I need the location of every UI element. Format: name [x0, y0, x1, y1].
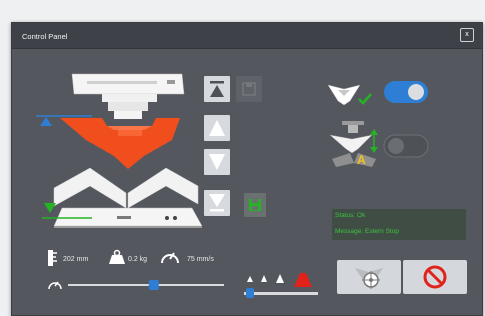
control-panel-window: Control Panel x A Status: Ok Message: Es…: [11, 22, 483, 316]
move-up-button[interactable]: [204, 115, 230, 141]
speed-value: 75 mm/s: [187, 256, 214, 263]
window-title: Control Panel: [22, 32, 68, 41]
move-top-button[interactable]: [204, 76, 230, 102]
message-text: Message: Estern Stop: [335, 228, 399, 235]
press-machine-illustration: [36, 73, 203, 228]
tool-center-button[interactable]: [337, 260, 401, 294]
close-button[interactable]: x: [460, 28, 474, 42]
auto-toggle[interactable]: [383, 134, 429, 158]
auto-badge: A: [357, 153, 366, 167]
title-bar: Control Panel x: [12, 23, 482, 49]
move-down-button[interactable]: [204, 149, 230, 175]
weight-selector[interactable]: [242, 271, 320, 301]
move-bottom-button[interactable]: [204, 190, 230, 216]
weight-value: 0.2 kg: [128, 256, 148, 263]
height-icon: [48, 250, 57, 266]
save-top-button[interactable]: [236, 76, 262, 102]
speed-gauge-icon: [161, 252, 179, 264]
tool-icon: [327, 84, 372, 106]
save-bottom-button[interactable]: [244, 193, 266, 217]
height-value: 202 mm: [63, 256, 89, 263]
status-panel: Status: Ok Message: Estern Stop: [332, 209, 466, 240]
weight-icon: [109, 249, 125, 264]
slider-gauge-icon: [48, 281, 62, 290]
stop-button[interactable]: [403, 260, 467, 294]
speed-slider-thumb[interactable]: [148, 280, 159, 290]
speed-slider[interactable]: [66, 275, 226, 295]
status-text: Status: Ok: [335, 212, 366, 219]
main-toggle[interactable]: [383, 80, 429, 104]
